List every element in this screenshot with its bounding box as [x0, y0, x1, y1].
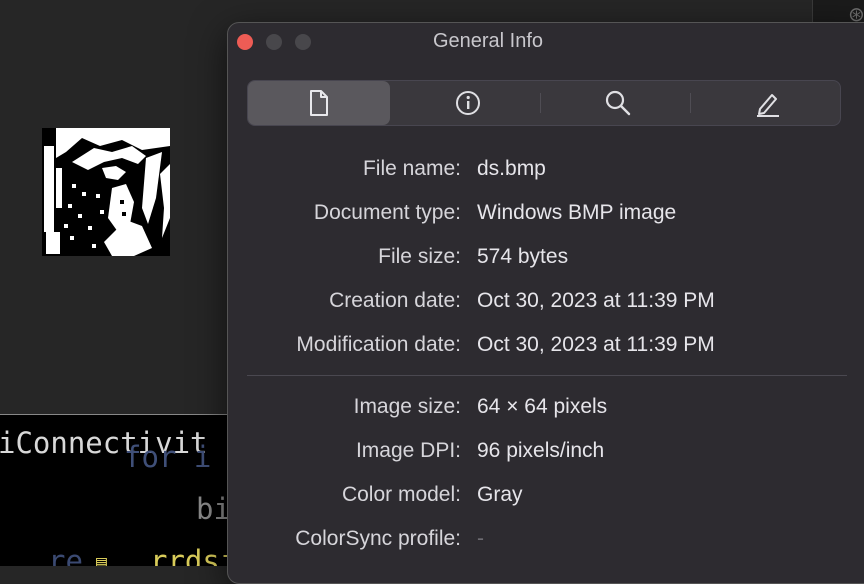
creation-date-row: Creation date: Oct 30, 2023 at 11:39 PM: [228, 289, 848, 317]
image-size-value: 64 × 64 pixels: [477, 395, 608, 418]
image-dpi-value: 96 pixels/inch: [477, 439, 605, 462]
file-size-row: File size: 574 bytes: [228, 245, 848, 273]
tab-more-info[interactable]: [397, 81, 539, 125]
creation-date-value: Oct 30, 2023 at 11:39 PM: [477, 289, 715, 312]
titlebar[interactable]: General Info: [228, 23, 864, 61]
terminal-line: for i: [124, 440, 212, 474]
file-size-value: 574 bytes: [477, 245, 569, 268]
document-icon: [310, 90, 328, 116]
field-label: Creation date:: [329, 289, 461, 312]
field-label: File size:: [378, 245, 461, 268]
field-label: Document type:: [313, 201, 461, 224]
image-dpi-row: Image DPI: 96 pixels/inch: [228, 439, 848, 467]
field-label: Image size:: [353, 395, 461, 418]
field-label: Color model:: [341, 483, 461, 506]
field-label: ColorSync profile:: [295, 527, 461, 550]
image-thumbnail: [42, 128, 170, 256]
colorsync-profile-value: -: [477, 527, 484, 550]
file-name-row: File name: ds.bmp: [228, 157, 848, 185]
field-label: Image DPI:: [355, 439, 461, 462]
window-title: General Info: [432, 30, 544, 52]
modification-date-value: Oct 30, 2023 at 11:39 PM: [477, 333, 715, 356]
file-icon: ▤: [96, 552, 107, 566]
colorsync-profile-row: ColorSync profile: -: [228, 527, 848, 555]
tab-general[interactable]: [248, 81, 390, 125]
terminal-line: bi: [196, 492, 231, 526]
info-icon: [456, 91, 480, 115]
field-label: Modification date:: [296, 333, 461, 356]
file-name-value: ds.bmp: [477, 157, 546, 180]
tab-annotate[interactable]: [697, 81, 839, 125]
document-type-row: Document type: Windows BMP image: [228, 201, 848, 229]
pencil-icon: [757, 94, 779, 117]
field-label: File name:: [362, 157, 461, 180]
document-type-value: Windows BMP image: [477, 201, 677, 224]
color-model-value: Gray: [477, 483, 523, 506]
tab-search[interactable]: [547, 81, 689, 125]
color-model-row: Color model: Gray: [228, 483, 848, 511]
section-divider: [247, 375, 847, 376]
modification-date-row: Modification date: Oct 30, 2023 at 11:39…: [228, 333, 848, 361]
general-info-panel: General Info File name: ds.bmp Document …: [227, 22, 864, 584]
terminal-line: re: [48, 544, 83, 566]
image-size-row: Image size: 64 × 64 pixels: [228, 395, 848, 423]
search-icon: [605, 90, 631, 116]
inspector-tab-bar: [247, 80, 841, 126]
